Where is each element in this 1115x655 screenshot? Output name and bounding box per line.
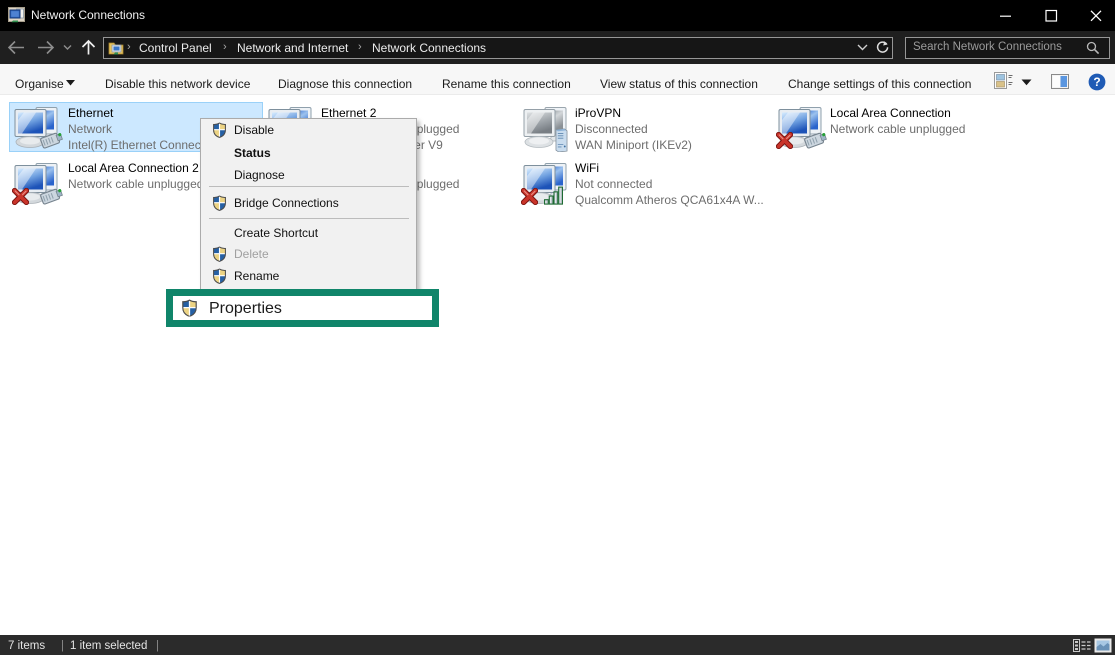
svg-text:?: ?: [1093, 75, 1100, 89]
